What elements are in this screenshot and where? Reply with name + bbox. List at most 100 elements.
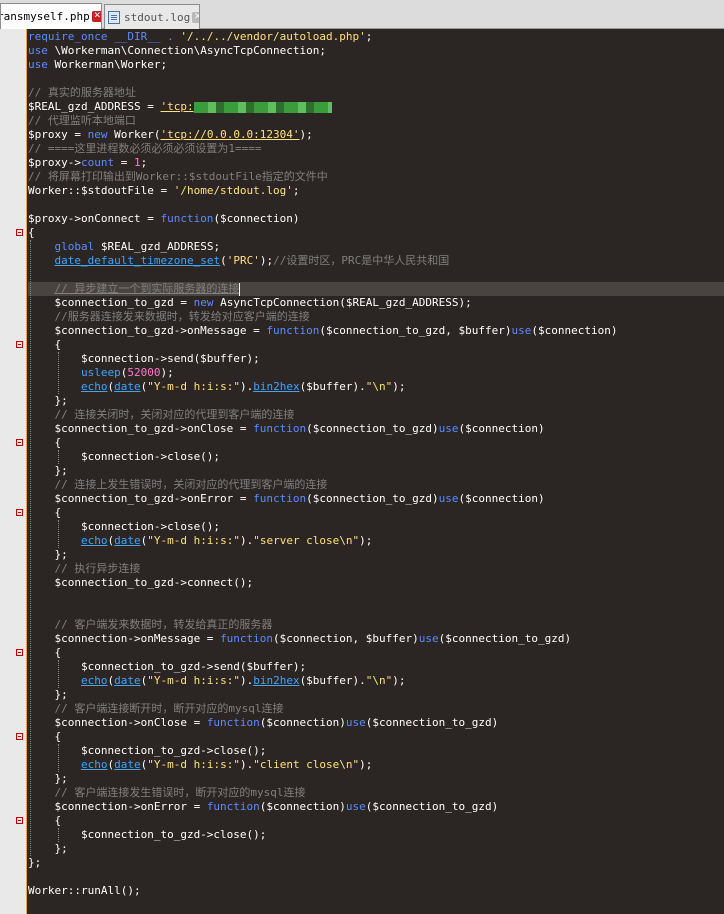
code-token: $connection->onClose =: [28, 716, 207, 729]
indent-guide: [58, 352, 59, 394]
code-token: );: [359, 758, 373, 771]
code-line: };: [28, 464, 724, 478]
code-token: use: [345, 716, 366, 729]
code-line: $connection->onError = function($connect…: [28, 800, 724, 814]
code-line: Worker::$stdoutFile = '/home/stdout.log'…: [28, 184, 724, 198]
code-token: ($connection): [458, 422, 545, 435]
code-token: // 连接上发生错误时，关闭对应的代理到客户端的连接: [54, 478, 328, 491]
fold-toggle-icon[interactable]: [16, 229, 23, 236]
code-token: $connection_to_gzd->close();: [28, 828, 267, 841]
code-token: new: [193, 296, 221, 309]
code-editor[interactable]: require_once __DIR__ . '/../../vendor/au…: [28, 30, 724, 914]
code-token: $connection_to_gzd->send($buffer);: [28, 660, 307, 673]
code-token: "Y-m-d h:i:s:": [147, 534, 240, 547]
code-token: //服务器连接发来数据时，转发给对应客户端的连接: [54, 310, 310, 323]
code-token: function: [206, 716, 260, 729]
tab-stdout-log[interactable]: stdout.log ✕: [104, 4, 200, 29]
code-token: $proxy->: [28, 156, 81, 169]
code-line: {: [28, 814, 724, 828]
code-line: $proxy->count = 1;: [28, 156, 724, 170]
code-token: Worker(: [114, 128, 161, 141]
code-line: $connection_to_gzd->onClose = function($…: [28, 422, 724, 436]
code-token: 'tcp://0.0.0.0:12304': [160, 128, 300, 141]
code-token: use: [345, 800, 366, 813]
code-token: function: [206, 800, 260, 813]
code-token: // 真实的服务器地址: [28, 86, 136, 99]
code-line: // 连接关闭时，关闭对应的代理到客户端的连接: [28, 408, 724, 422]
code-token: usleep: [80, 366, 121, 379]
code-token: // 客户端连接发生错误时，断开对应的mysql连接: [54, 786, 306, 799]
code-line: $connection->close();: [28, 520, 724, 534]
code-token: 1: [133, 156, 141, 169]
code-token: $proxy->onConnect =: [28, 212, 161, 225]
close-icon[interactable]: ✕: [91, 11, 101, 22]
fold-toggle-icon[interactable]: [16, 817, 23, 824]
code-token: $REAL_gzd_ADDRESS;: [100, 240, 221, 253]
code-line: {: [28, 506, 724, 520]
code-line: echo(date("Y-m-d h:i:s:")."server close\…: [28, 534, 724, 548]
code-token: // 将屏幕打印输出到Worker::$stdoutFile指定的文件中: [28, 170, 328, 183]
text-cursor: [239, 282, 241, 296]
code-line: $connection_to_gzd->send($buffer);: [28, 660, 724, 674]
code-line: };: [28, 842, 724, 856]
code-token: 'tcp:: [160, 100, 194, 113]
code-token: ($connection): [213, 212, 300, 225]
code-token: ($buffer).: [299, 380, 366, 393]
code-token: {: [28, 338, 62, 351]
code-token: date_default_timezone_set: [54, 254, 221, 267]
code-line: $connection_to_gzd->close();: [28, 744, 724, 758]
code-token: {: [28, 226, 35, 239]
code-line: };: [28, 548, 724, 562]
code-line: };: [28, 856, 724, 870]
tab-transmyself-php[interactable]: ransmyself.php ✕: [0, 3, 102, 29]
code-line: };: [28, 688, 724, 702]
fold-toggle-icon[interactable]: [16, 509, 23, 516]
code-token: "\n": [365, 380, 393, 393]
code-token: };: [28, 856, 42, 869]
fold-toggle-icon[interactable]: [16, 649, 23, 656]
code-line: // 异步建立一个到实际服务器的连接: [28, 282, 724, 296]
code-token: {: [28, 730, 62, 743]
code-token: =: [114, 156, 134, 169]
indent-guide: [58, 660, 59, 688]
code-token: ($buffer).: [299, 674, 366, 687]
code-token: ).: [239, 758, 254, 771]
code-token: };: [28, 548, 68, 561]
code-line: Worker::runAll();: [28, 884, 724, 898]
code-token: $connection->onError =: [28, 800, 207, 813]
code-line: // 连接上发生错误时，关闭对应的代理到客户端的连接: [28, 478, 724, 492]
code-token: ($connection_to_gzd, $buffer): [319, 324, 512, 337]
fold-toggle-icon[interactable]: [16, 341, 23, 348]
code-token: use: [438, 492, 459, 505]
code-token: // 客户端连接断开时，断开对应的mysql连接: [54, 702, 284, 715]
code-token: '/home/stdout.log': [173, 184, 293, 197]
redacted-address: [193, 101, 332, 113]
code-token: require_once __DIR__ .: [28, 30, 181, 43]
close-icon[interactable]: ✕: [192, 11, 199, 23]
code-token: $connection_to_gzd =: [28, 296, 194, 309]
code-token: ;: [292, 184, 300, 197]
code-token: ($connection_to_gzd): [306, 492, 439, 505]
code-line: $connection->onMessage = function($conne…: [28, 632, 724, 646]
code-token: $proxy =: [28, 128, 88, 141]
code-line: $connection_to_gzd->close();: [28, 828, 724, 842]
code-token: };: [28, 464, 68, 477]
code-line: $connection_to_gzd->connect();: [28, 576, 724, 590]
code-line: {: [28, 226, 724, 240]
code-line: use Workerman\Worker;: [28, 58, 724, 72]
code-line: echo(date("Y-m-d h:i:s:").bin2hex($buffe…: [28, 674, 724, 688]
code-line: //服务器连接发来数据时，转发给对应客户端的连接: [28, 310, 724, 324]
code-token: $connection_to_gzd->onMessage =: [28, 324, 267, 337]
code-token: '/../../vendor/autoload.php': [180, 30, 366, 43]
code-token: ).: [239, 674, 254, 687]
fold-toggle-icon[interactable]: [16, 733, 23, 740]
code-token: Workerman\Worker;: [54, 58, 168, 71]
fold-toggle-icon[interactable]: [16, 439, 23, 446]
